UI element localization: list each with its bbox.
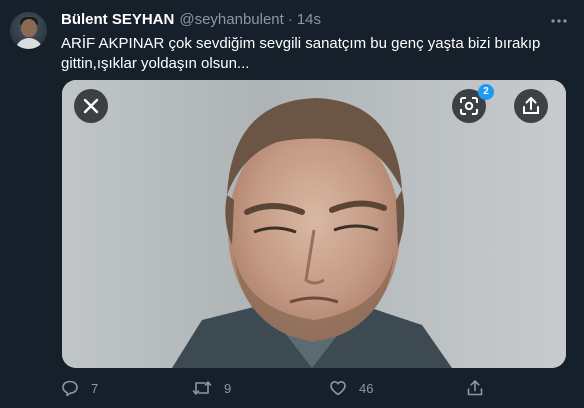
author-handle[interactable]: @seyhanbulent (179, 11, 283, 28)
reply-count: 7 (91, 380, 99, 396)
tweet-header: Bülent SEYHAN @seyhanbulent · 14s (61, 11, 321, 31)
tweet-timestamp[interactable]: 14s (297, 11, 321, 28)
like-button[interactable]: 46 (329, 378, 373, 398)
author-name[interactable]: Bülent SEYHAN (61, 11, 174, 28)
tweet-text: ARİF AKPINAR çok sevdiğim sevgili sanatç… (61, 34, 561, 74)
share-icon (467, 380, 483, 396)
lens-icon (460, 97, 478, 115)
avatar[interactable] (10, 12, 47, 49)
lens-badge: 2 (478, 84, 494, 100)
reply-button[interactable]: 7 (61, 378, 98, 398)
portrait-photo (62, 80, 566, 368)
media-share-button[interactable] (514, 89, 548, 123)
tweet[interactable]: Bülent SEYHAN @seyhanbulent · 14s ARİF A… (0, 0, 584, 408)
retweet-button[interactable]: 9 (192, 378, 231, 398)
reply-icon (62, 380, 78, 397)
tweet-photo[interactable]: 2 (62, 80, 566, 368)
like-count: 46 (359, 380, 374, 396)
share-button[interactable] (466, 378, 484, 398)
like-icon (330, 381, 346, 396)
more-icon[interactable] (550, 12, 568, 30)
retweet-icon (192, 381, 212, 395)
close-icon (83, 98, 99, 114)
separator-dot: · (287, 11, 293, 28)
tweet-text-line-2: gittin,ışıklar yoldaşın olsun... (61, 55, 250, 72)
tweet-text-line-1: ARİF AKPINAR çok sevdiğim sevgili sanatç… (61, 35, 541, 52)
share-icon (523, 97, 539, 114)
close-button[interactable] (74, 89, 108, 123)
tweet-actions: 7 9 46 (61, 378, 501, 398)
retweet-count: 9 (224, 380, 232, 396)
